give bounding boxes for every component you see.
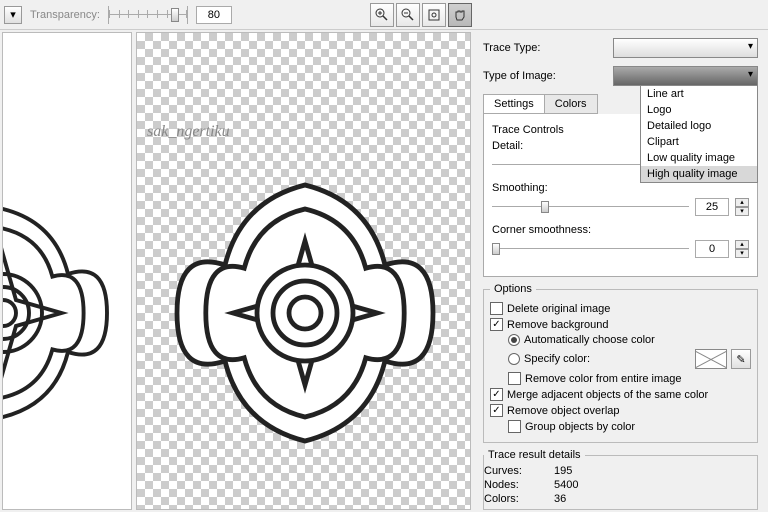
corner-slider[interactable]: [492, 241, 689, 257]
options-legend: Options: [490, 283, 536, 295]
zoom-in-button[interactable]: [370, 3, 394, 27]
settings-panel: Trace Type: Type of Image: Line art Logo…: [473, 30, 768, 512]
transparency-slider[interactable]: [108, 6, 188, 24]
tab-settings[interactable]: Settings: [483, 94, 545, 114]
chk-remove-color-entire[interactable]: [508, 372, 521, 385]
options-group: Options Delete original image Remove bac…: [483, 283, 758, 443]
transparency-value[interactable]: 80: [196, 6, 232, 24]
option-low-quality[interactable]: Low quality image: [641, 150, 757, 166]
chk-delete-original[interactable]: [490, 302, 503, 315]
color-swatch[interactable]: [695, 349, 727, 369]
chk-group-by-color[interactable]: [508, 420, 521, 433]
image-type-dropdown: Line art Logo Detailed logo Clipart Low …: [640, 85, 758, 183]
chk-remove-overlap[interactable]: [490, 404, 503, 417]
tab-colors[interactable]: Colors: [544, 94, 598, 114]
top-toolbar: ▾ Transparency: 80: [0, 0, 768, 30]
option-detailed-logo[interactable]: Detailed logo: [641, 118, 757, 134]
pan-button[interactable]: [448, 3, 472, 27]
preset-dropdown[interactable]: ▾: [4, 6, 22, 24]
nodes-value: 5400: [554, 479, 578, 491]
smoothing-slider[interactable]: [492, 199, 689, 215]
preview-original: [2, 32, 132, 510]
results-group: Trace result details Curves:195 Nodes:54…: [483, 449, 758, 510]
radio-specify-color[interactable]: [508, 353, 520, 365]
colors-value: 36: [554, 493, 566, 505]
chk-merge-adjacent[interactable]: [490, 388, 503, 401]
results-legend: Trace result details: [484, 449, 585, 461]
image-type-combo[interactable]: [613, 66, 758, 86]
zoom-out-button[interactable]: [396, 3, 420, 27]
chk-remove-bg[interactable]: [490, 318, 503, 331]
preview-traced: sak_ngertiku: [136, 32, 471, 510]
transparency-label: Transparency:: [30, 9, 100, 21]
image-type-label: Type of Image:: [483, 70, 613, 82]
smoothing-value[interactable]: 25: [695, 198, 729, 216]
eyedropper-button[interactable]: ✎: [731, 349, 751, 369]
option-line-art[interactable]: Line art: [641, 86, 757, 102]
corner-value[interactable]: 0: [695, 240, 729, 258]
trace-type-combo[interactable]: [613, 38, 758, 58]
radio-auto-color[interactable]: [508, 334, 520, 346]
option-high-quality[interactable]: High quality image: [641, 166, 757, 182]
option-logo[interactable]: Logo: [641, 102, 757, 118]
smoothing-label: Smoothing:: [492, 182, 749, 194]
trace-type-label: Trace Type:: [483, 42, 613, 54]
corner-label: Corner smoothness:: [492, 224, 749, 236]
fit-button[interactable]: [422, 3, 446, 27]
curves-value: 195: [554, 465, 572, 477]
option-clipart[interactable]: Clipart: [641, 134, 757, 150]
